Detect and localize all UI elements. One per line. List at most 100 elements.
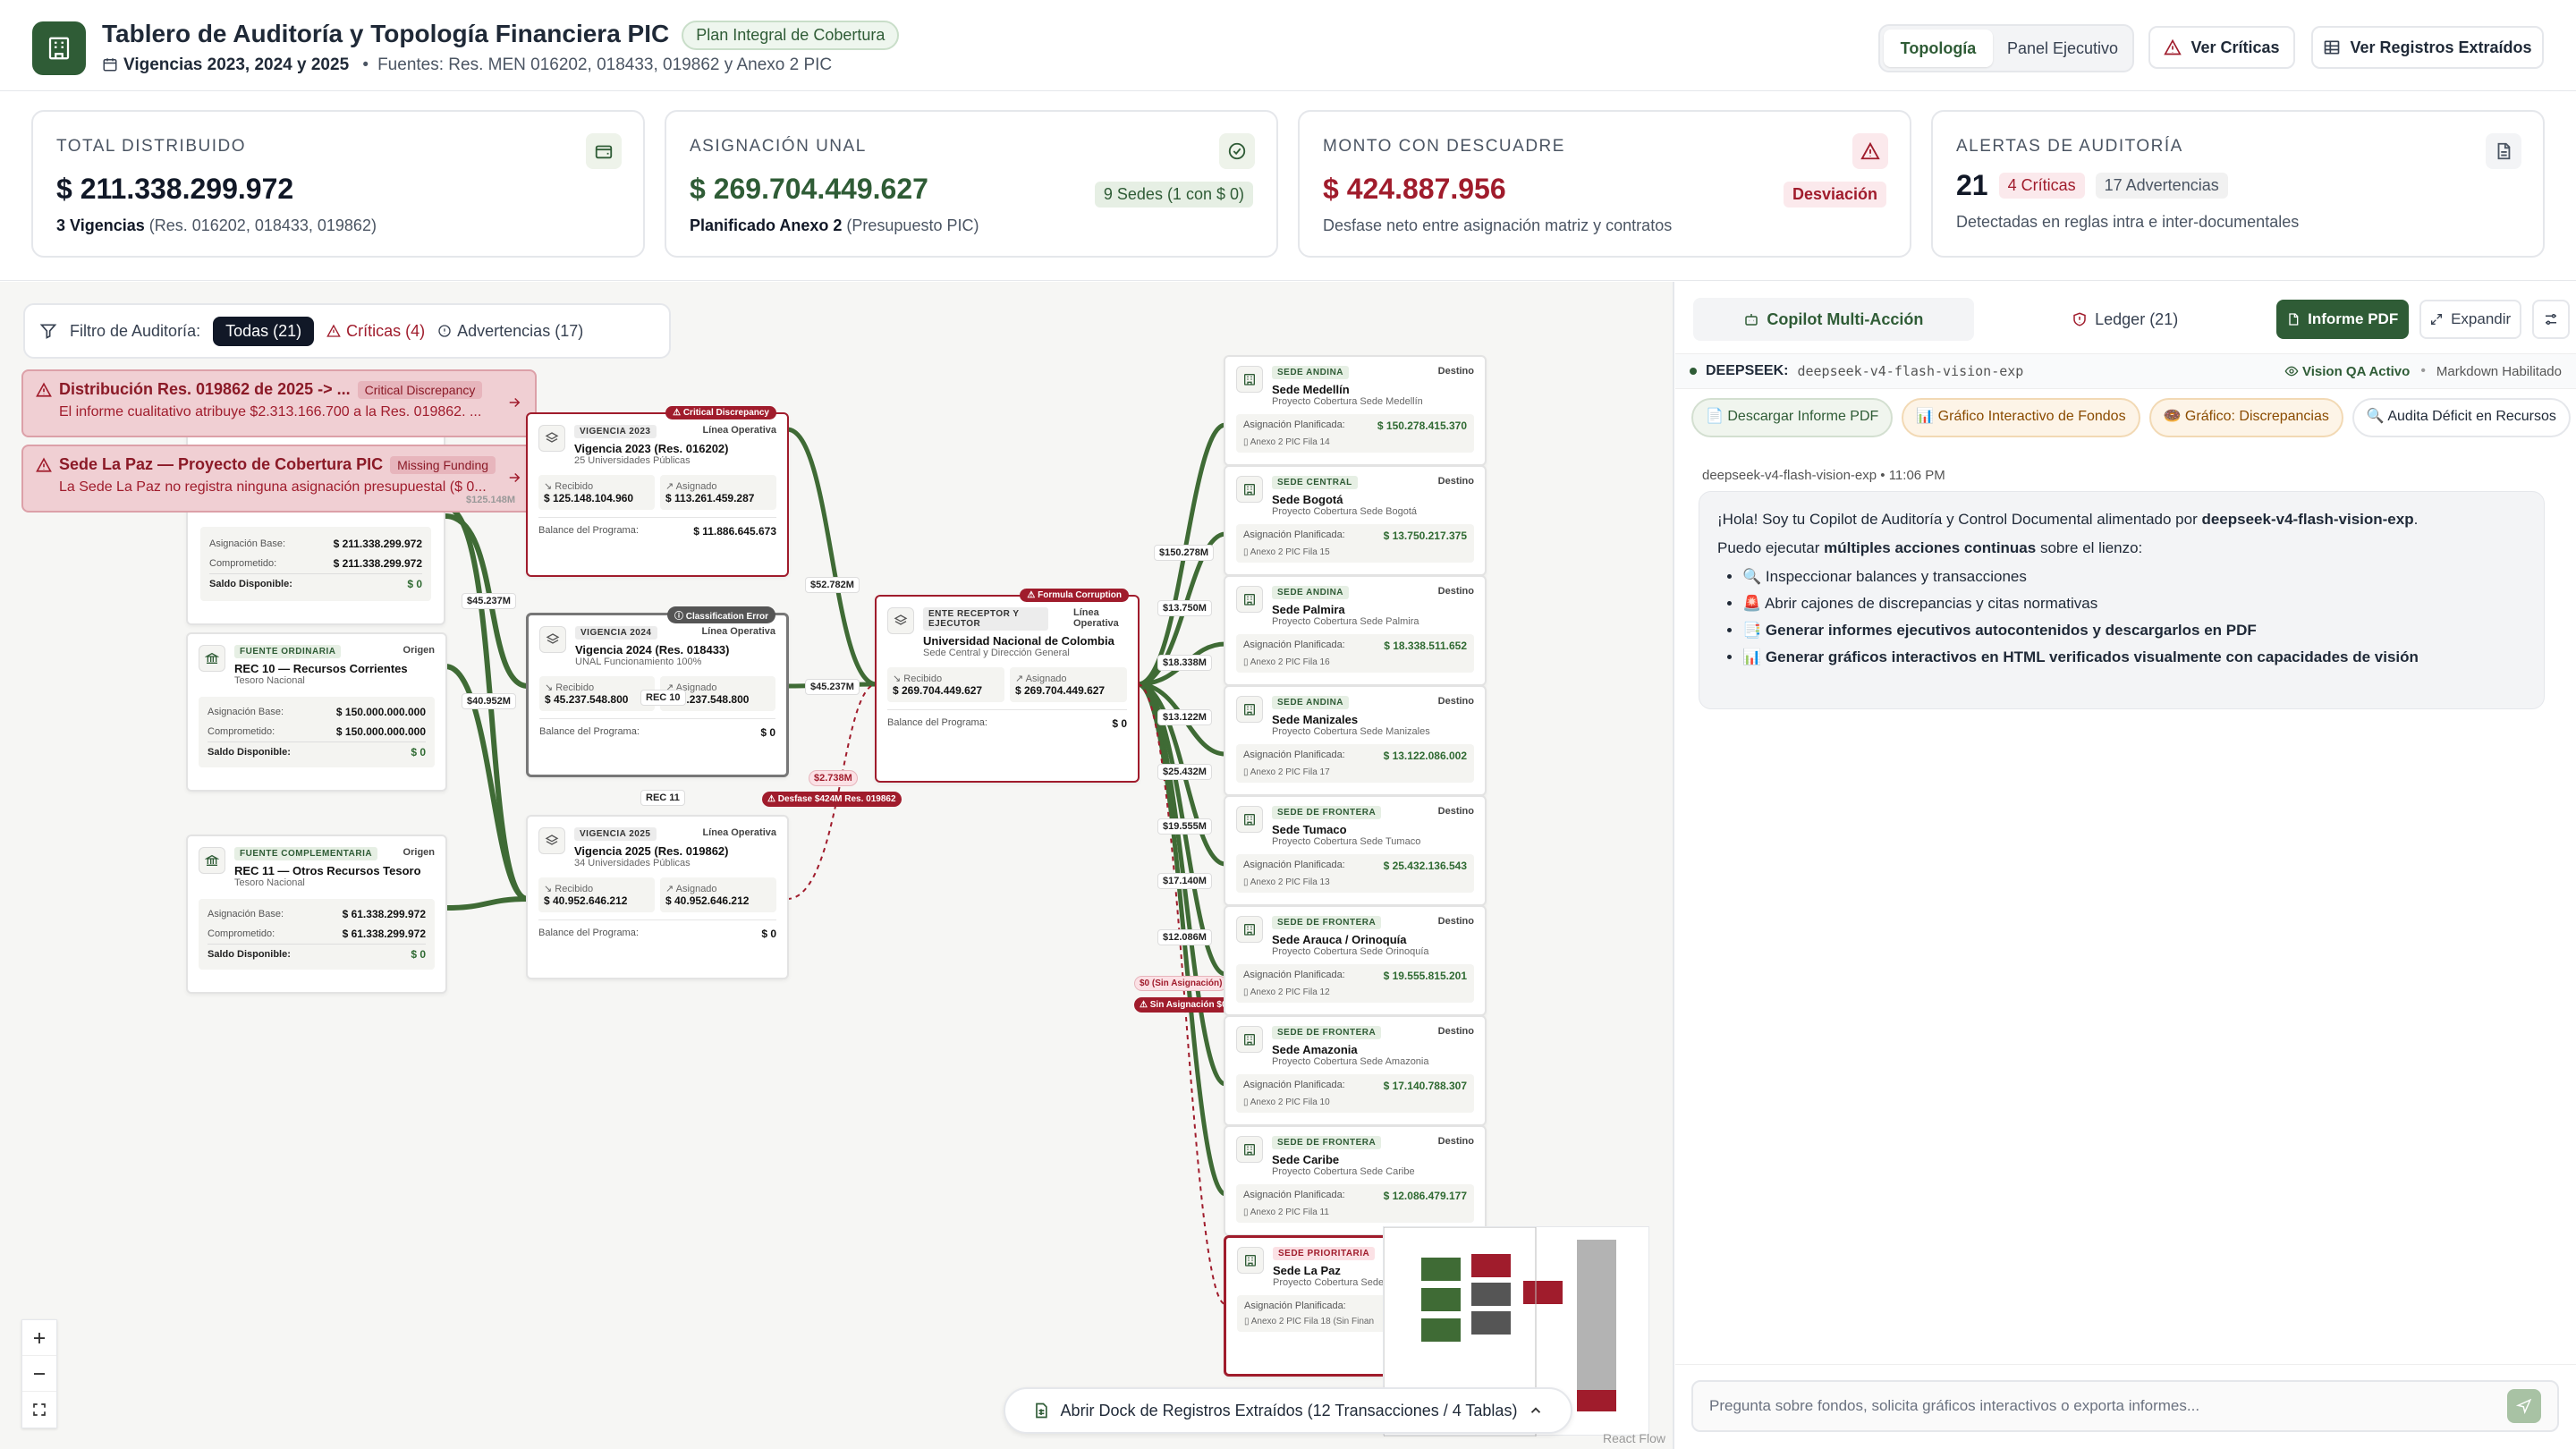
chat-input[interactable]: Pregunta sobre fondos, solicita gráficos… bbox=[1691, 1380, 2559, 1432]
sede-amount: $ 150.278.415.370 bbox=[1377, 419, 1467, 432]
sede-amount: $ 13.122.086.002 bbox=[1383, 750, 1467, 762]
edge-label: $45.237M bbox=[462, 593, 516, 609]
planificada-label: Asignación Planificada: bbox=[1243, 640, 1345, 650]
sede-role: Destino bbox=[1437, 1026, 1474, 1037]
filter-critical-button[interactable]: Críticas (4) bbox=[326, 322, 425, 341]
advertencias-badge: 17 Advertencias bbox=[2095, 173, 2228, 199]
filter-label: Filtro de Auditoría: bbox=[70, 321, 201, 340]
sede-name: Sede Tumaco bbox=[1272, 823, 1347, 836]
edge-label: $17.140M bbox=[1157, 873, 1212, 889]
bank-icon bbox=[199, 645, 225, 672]
topology-canvas[interactable]: Filtro de Auditoría: Todas (21) Críticas… bbox=[0, 282, 1674, 1449]
send-icon[interactable] bbox=[2507, 1389, 2541, 1423]
page-subtitle: Vigencias 2023, 2024 y 2025 • Fuentes: Re… bbox=[102, 55, 832, 75]
sede-amount: $ 13.750.217.375 bbox=[1383, 530, 1467, 542]
alert-card-missing-funding[interactable]: Sede La Paz — Proyecto de Cobertura PIC … bbox=[21, 445, 537, 513]
sede-amount: $ 19.555.815.201 bbox=[1383, 970, 1467, 982]
filter-all-button[interactable]: Todas (21) bbox=[213, 316, 315, 346]
chip-grafico-discrepancias[interactable]: 🍩 Gráfico: Discrepancias bbox=[2148, 398, 2343, 437]
alert-text: La Sede La Paz no registra ninguna asign… bbox=[59, 479, 487, 495]
sede-node[interactable]: SEDE ANDINA Destino Sede Manizales Proyecto… bbox=[1224, 685, 1487, 796]
message-intro: ¡Hola! Soy tu Copilot de Auditoría y Con… bbox=[1717, 511, 2419, 528]
kpi-asignacion-unal: ASIGNACIÓN UNAL $ 269.704.449.627 Planif… bbox=[665, 110, 1278, 258]
zoom-in-icon[interactable] bbox=[22, 1320, 56, 1356]
vigencia-node-2023[interactable]: ⚠ Critical Discrepancy VIGENCIA 2023 Líne… bbox=[526, 406, 789, 577]
layers-icon bbox=[539, 626, 566, 653]
open-dock-button[interactable]: Abrir Dock de Registros Extraídos (12 Tr… bbox=[1004, 1387, 1572, 1434]
vigencia-node-2025[interactable]: VIGENCIA 2025 Línea Operativa Vigencia 20… bbox=[526, 815, 789, 979]
edge-tag-desfase: ⚠ Desfase $424M Res. 019862 bbox=[762, 792, 902, 807]
sede-node[interactable]: SEDE DE FRONTERA Destino Sede Tumaco Proyec… bbox=[1224, 795, 1487, 906]
planificada-label: Asignación Planificada: bbox=[1243, 860, 1345, 870]
ver-criticas-button[interactable]: Ver Críticas bbox=[2148, 26, 2295, 69]
kpi-sub: 3 Vigencias (Res. 016202, 018433, 019862… bbox=[56, 216, 377, 234]
sede-node[interactable]: SEDE ANDINA Destino Sede Palmira Proyecto C… bbox=[1224, 575, 1487, 686]
app-logo-icon bbox=[32, 21, 86, 75]
sede-node[interactable]: SEDE CENTRAL Destino Sede Bogotá Proyecto C… bbox=[1224, 465, 1487, 576]
assistant-message: ¡Hola! Soy tu Copilot de Auditoría y Con… bbox=[1699, 491, 2545, 709]
edge-tag-rec11: REC 11 bbox=[640, 790, 685, 806]
layers-icon bbox=[887, 607, 914, 634]
sede-node[interactable]: SEDE DE FRONTERA Destino Sede Caribe Proyec… bbox=[1224, 1125, 1487, 1236]
fit-view-icon[interactable] bbox=[22, 1392, 56, 1428]
expandir-button[interactable]: Expandir bbox=[2419, 300, 2521, 339]
shield-alert-icon bbox=[2072, 311, 2088, 327]
source-node-rec11[interactable]: FUENTE COMPLEMENTARIA Origen REC 11 — Otr… bbox=[186, 835, 447, 994]
tab-ledger[interactable]: Ledger (21) bbox=[1985, 298, 2266, 341]
view-tabs: Topología Panel Ejecutivo bbox=[1878, 24, 2134, 72]
sede-row-ref: ▯ Anexo 2 PIC Fila 16 bbox=[1243, 657, 1330, 667]
kpi-sub: Detectadas en reglas intra e inter-docum… bbox=[1956, 213, 2300, 231]
chip-descargar-pdf[interactable]: 📄 Descargar Informe PDF bbox=[1691, 398, 1894, 437]
critical-discrepancy-flag: ⚠ Critical Discrepancy bbox=[665, 406, 776, 419]
kpi-monto-descuadre: MONTO CON DESCUADRE $ 424.887.956 Desfas… bbox=[1298, 110, 1911, 258]
edge-label-sin-asignacion: $0 (Sin Asignación) bbox=[1134, 976, 1228, 991]
kpi-total-distribuido: TOTAL DISTRIBUIDO $ 211.338.299.972 3 Vi… bbox=[31, 110, 645, 258]
sedes-badge: 9 Sedes (1 con $ 0) bbox=[1094, 182, 1253, 208]
audit-filter-bar: Filtro de Auditoría: Todas (21) Críticas… bbox=[23, 303, 671, 359]
sede-node[interactable]: SEDE DE FRONTERA Destino Sede Arauca / Ori… bbox=[1224, 905, 1487, 1016]
sede-name: Sede Bogotá bbox=[1272, 493, 1343, 506]
sede-row-ref: ▯ Anexo 2 PIC Fila 10 bbox=[1243, 1097, 1330, 1107]
eye-icon bbox=[2284, 364, 2299, 378]
building-icon bbox=[1236, 586, 1263, 613]
zoom-controls bbox=[21, 1319, 57, 1428]
informe-pdf-button[interactable]: Informe PDF bbox=[2275, 300, 2409, 339]
planificada-label: Asignación Planificada: bbox=[1244, 1301, 1346, 1311]
tab-panel-ejecutivo[interactable]: Panel Ejecutivo bbox=[1996, 30, 2129, 67]
chevron-up-icon bbox=[1528, 1402, 1544, 1419]
building-icon bbox=[1236, 1026, 1263, 1053]
tab-copilot[interactable]: Copilot Multi-Acción bbox=[1693, 298, 1974, 341]
sede-name: Sede Palmira bbox=[1272, 603, 1345, 616]
sede-role: Destino bbox=[1437, 586, 1474, 597]
receptor-node-unal[interactable]: ⚠ Formula Corruption ENTE RECEPTOR Y EJE… bbox=[875, 589, 1140, 783]
alert-card-critical[interactable]: Distribución Res. 019862 de 2025 -> ... … bbox=[21, 369, 537, 437]
kpi-label: MONTO CON DESCUADRE bbox=[1323, 137, 1565, 156]
edge-tag-rec10: REC 10 bbox=[640, 690, 686, 706]
sede-project: Proyecto Cobertura Sede Amazonia bbox=[1272, 1056, 1429, 1067]
tab-topologia[interactable]: Topología bbox=[1884, 30, 1993, 67]
zoom-out-icon[interactable] bbox=[22, 1356, 56, 1392]
bank-icon bbox=[199, 847, 225, 874]
chip-grafico-fondos[interactable]: 📊 Gráfico Interactivo de Fondos bbox=[1902, 398, 2140, 437]
sede-node[interactable]: SEDE DE FRONTERA Destino Sede Amazonia Proy… bbox=[1224, 1015, 1487, 1126]
sede-node[interactable]: SEDE ANDINA Destino Sede Medellín Proyecto … bbox=[1224, 355, 1487, 466]
file-icon bbox=[2286, 312, 2301, 326]
message-bullet: 🔍 Inspeccionar balances y transacciones bbox=[1742, 565, 2526, 589]
source-node-rec10[interactable]: FUENTE ORDINARIA Origen REC 10 — Recursos… bbox=[186, 632, 447, 792]
planificada-label: Asignación Planificada: bbox=[1243, 419, 1345, 430]
kpi-label: ALERTAS DE AUDITORÍA bbox=[1956, 137, 2183, 156]
chip-audita-deficit[interactable]: 🔍 Audita Déficit en Recursos bbox=[2351, 398, 2571, 437]
expand-icon bbox=[2429, 312, 2444, 326]
desviacion-badge: Desviación bbox=[1783, 182, 1886, 208]
edge-label: $45.237M bbox=[805, 679, 860, 695]
edge-label: $12.086M bbox=[1157, 929, 1212, 945]
alert-title: Distribución Res. 019862 de 2025 -> ... bbox=[59, 380, 351, 398]
settings-sliders-icon[interactable] bbox=[2531, 300, 2570, 339]
edge-label: $40.952M bbox=[462, 693, 516, 709]
ver-registros-button[interactable]: Ver Registros Extraídos bbox=[2311, 26, 2544, 69]
vision-status: Vision QA Activo bbox=[2302, 363, 2411, 379]
react-flow-attribution[interactable]: React Flow bbox=[1603, 1431, 1665, 1445]
edge-label: $150.278M bbox=[1154, 545, 1215, 561]
sede-amount: $ 17.140.788.307 bbox=[1383, 1080, 1467, 1092]
filter-warning-button[interactable]: Advertencias (17) bbox=[437, 322, 583, 341]
